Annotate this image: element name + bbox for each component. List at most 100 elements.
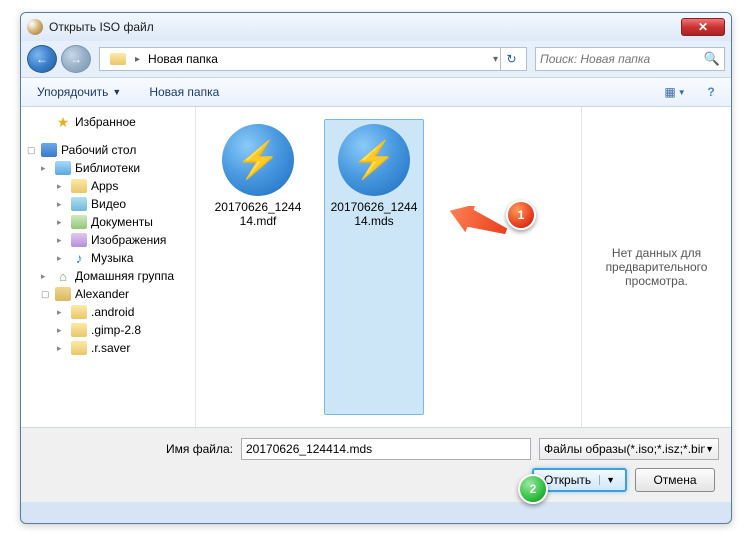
arrow-right-icon: → bbox=[70, 52, 82, 66]
tree-folder-gimp[interactable]: ▸ .gimp-2.8 bbox=[23, 321, 193, 339]
folder-icon bbox=[71, 179, 87, 193]
expand-icon[interactable]: ▸ bbox=[57, 181, 67, 192]
expand-icon[interactable]: ▸ bbox=[57, 325, 67, 336]
music-icon: ♪ bbox=[71, 251, 87, 265]
new-folder-label: Новая папка bbox=[149, 85, 219, 99]
star-icon: ★ bbox=[55, 115, 71, 129]
tree-label: .r.saver bbox=[91, 341, 130, 355]
tree-label: Видео bbox=[91, 197, 126, 211]
tree-label: Документы bbox=[91, 215, 153, 229]
lightning-icon: ⚡ bbox=[352, 139, 397, 181]
breadcrumb-label: Новая папка bbox=[148, 52, 218, 66]
homegroup-icon: ⌂ bbox=[55, 269, 71, 283]
cancel-button[interactable]: Отмена bbox=[635, 468, 715, 492]
chevron-down-icon: ▼ bbox=[705, 444, 714, 454]
refresh-icon: ↻ bbox=[506, 52, 516, 66]
search-input[interactable] bbox=[540, 52, 704, 66]
disc-image-icon: ⚡ bbox=[338, 124, 410, 196]
file-type-combo[interactable]: Файлы образы(*.iso;*.isz;*.bin; ▼ bbox=[539, 438, 719, 460]
preview-text: Нет данных для предварительного просмотр… bbox=[590, 246, 723, 288]
tree-desktop[interactable]: ▢ Рабочий стол bbox=[23, 141, 193, 159]
tree-label: Библиотеки bbox=[75, 161, 140, 175]
chevron-down-icon: ▼ bbox=[112, 87, 121, 97]
annotation-marker-1: 1 bbox=[506, 200, 536, 230]
folder-icon bbox=[71, 323, 87, 337]
tree-favorites[interactable]: ★ Избранное bbox=[23, 113, 193, 131]
view-button[interactable]: ▦▼ bbox=[663, 81, 687, 103]
collapse-icon[interactable]: ▢ bbox=[27, 145, 37, 156]
chevron-right-icon: ▸ bbox=[135, 54, 140, 65]
tree-video[interactable]: ▸ Видео bbox=[23, 195, 193, 213]
annotation-arrow-1 bbox=[448, 206, 508, 236]
libraries-icon bbox=[55, 161, 71, 175]
expand-icon[interactable]: ▸ bbox=[57, 217, 67, 228]
nav-tree[interactable]: ★ Избранное ▢ Рабочий стол ▸ Библиотеки ▸ Ap… bbox=[21, 107, 196, 427]
tree-label: Alexander bbox=[75, 287, 129, 301]
filename-input[interactable] bbox=[241, 438, 531, 460]
dialog-body: ★ Избранное ▢ Рабочий стол ▸ Библиотеки ▸ Ap… bbox=[21, 107, 731, 427]
filter-label: Файлы образы(*.iso;*.isz;*.bin; bbox=[544, 442, 705, 456]
breadcrumb-current[interactable]: Новая папка bbox=[142, 50, 225, 68]
organize-label: Упорядочить bbox=[37, 85, 108, 99]
expand-icon[interactable]: ▸ bbox=[57, 235, 67, 246]
tree-apps[interactable]: ▸ Apps bbox=[23, 177, 193, 195]
arrow-left-icon: ← bbox=[36, 52, 48, 66]
forward-button[interactable]: → bbox=[61, 45, 91, 73]
close-button[interactable]: ✕ bbox=[681, 18, 725, 36]
desktop-icon bbox=[41, 143, 57, 157]
breadcrumb[interactable]: ▸ Новая папка ▾ ↻ bbox=[99, 47, 527, 71]
breadcrumb-root[interactable] bbox=[104, 51, 133, 67]
refresh-button[interactable]: ↻ bbox=[500, 48, 522, 70]
tree-label: Избранное bbox=[75, 115, 136, 129]
file-list[interactable]: ⚡ 20170626_124414.mdf ⚡ 20170626_124414.… bbox=[196, 107, 581, 427]
tree-label: Домашняя группа bbox=[75, 269, 174, 283]
collapse-icon[interactable]: ▢ bbox=[41, 289, 51, 300]
toolbar: Упорядочить▼ Новая папка ▦▼ ? bbox=[21, 77, 731, 107]
expand-icon[interactable]: ▸ bbox=[57, 199, 67, 210]
expand-icon[interactable]: ▸ bbox=[57, 307, 67, 318]
tree-libraries[interactable]: ▸ Библиотеки bbox=[23, 159, 193, 177]
expand-icon[interactable]: ▸ bbox=[57, 253, 67, 264]
expand-icon[interactable]: ▸ bbox=[41, 271, 51, 282]
file-item-mdf[interactable]: ⚡ 20170626_124414.mdf bbox=[208, 119, 308, 415]
file-item-mds[interactable]: ⚡ 20170626_124414.mds bbox=[324, 119, 424, 415]
tree-documents[interactable]: ▸ Документы bbox=[23, 213, 193, 231]
file-name: 20170626_124414.mdf bbox=[213, 200, 303, 229]
tree-label: Рабочий стол bbox=[61, 143, 136, 157]
annotation-marker-2: 2 bbox=[518, 474, 548, 504]
tree-folder-rsaver[interactable]: ▸ .r.saver bbox=[23, 339, 193, 357]
view-icon: ▦ bbox=[664, 85, 675, 99]
nav-row: ← → ▸ Новая папка ▾ ↻ 🔍 bbox=[21, 41, 731, 77]
search-box[interactable]: 🔍 bbox=[535, 47, 725, 71]
tree-music[interactable]: ▸♪Музыка bbox=[23, 249, 193, 267]
expand-icon[interactable]: ▸ bbox=[57, 343, 67, 354]
open-label: Открыть bbox=[544, 473, 591, 487]
back-button[interactable]: ← bbox=[27, 45, 57, 73]
search-icon: 🔍 bbox=[704, 51, 720, 67]
tree-label: .gimp-2.8 bbox=[91, 323, 141, 337]
window-title: Открыть ISO файл bbox=[49, 20, 154, 34]
tree-user[interactable]: ▢ Alexander bbox=[23, 285, 193, 303]
folder-icon bbox=[110, 53, 126, 65]
chevron-down-icon[interactable]: ▾ bbox=[493, 54, 498, 65]
documents-icon bbox=[71, 215, 87, 229]
new-folder-button[interactable]: Новая папка bbox=[141, 81, 227, 103]
file-dialog-window: Открыть ISO файл ✕ ← → ▸ Новая папка ▾ ↻… bbox=[20, 12, 732, 524]
lightning-icon: ⚡ bbox=[236, 139, 281, 181]
chevron-down-icon: ▼ bbox=[678, 88, 686, 97]
help-icon: ? bbox=[707, 85, 714, 99]
expand-icon[interactable]: ▸ bbox=[41, 163, 51, 174]
tree-images[interactable]: ▸ Изображения bbox=[23, 231, 193, 249]
help-button[interactable]: ? bbox=[699, 81, 723, 103]
cancel-label: Отмена bbox=[653, 473, 696, 487]
images-icon bbox=[71, 233, 87, 247]
preview-pane: Нет данных для предварительного просмотр… bbox=[581, 107, 731, 427]
disc-image-icon: ⚡ bbox=[222, 124, 294, 196]
tree-folder-android[interactable]: ▸ .android bbox=[23, 303, 193, 321]
tree-homegroup[interactable]: ▸ ⌂ Домашняя группа bbox=[23, 267, 193, 285]
tree-label: .android bbox=[91, 305, 134, 319]
tree-label: Изображения bbox=[91, 233, 166, 247]
tree-label: Apps bbox=[91, 179, 118, 193]
file-name: 20170626_124414.mds bbox=[329, 200, 419, 229]
organize-button[interactable]: Упорядочить ▼ bbox=[29, 81, 129, 103]
